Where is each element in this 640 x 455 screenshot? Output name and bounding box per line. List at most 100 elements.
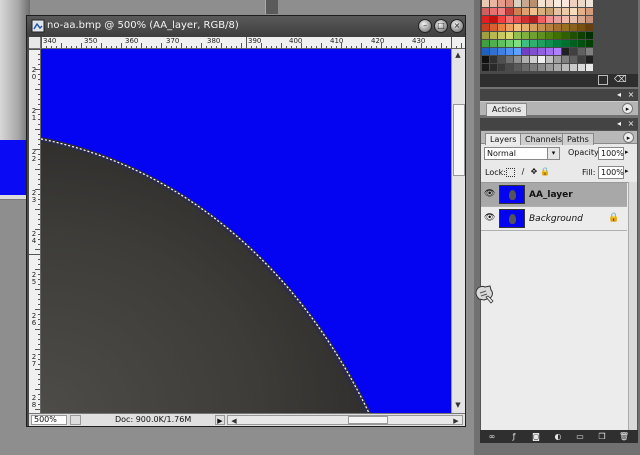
color-swatch[interactable] [538, 0, 545, 7]
color-swatch[interactable] [482, 40, 489, 47]
color-swatch[interactable] [522, 32, 529, 39]
document-window[interactable]: no-aa.bmp @ 500% (AA_layer, RGB/8) – □ ×… [26, 15, 466, 427]
vertical-scrollbar[interactable]: ▲ ▼ [451, 49, 465, 413]
lock-all-icon[interactable]: 🔒 [540, 166, 550, 177]
collapse-icon[interactable]: ◂ [614, 90, 624, 100]
color-swatch[interactable] [522, 0, 529, 7]
color-swatch[interactable] [562, 40, 569, 47]
color-swatch[interactable] [490, 8, 497, 15]
color-swatch[interactable] [586, 32, 593, 39]
color-swatch[interactable] [546, 32, 553, 39]
color-swatch[interactable] [498, 16, 505, 23]
color-swatch[interactable] [490, 40, 497, 47]
color-swatch[interactable] [578, 8, 585, 15]
color-swatch[interactable] [482, 56, 489, 63]
color-swatch[interactable] [522, 24, 529, 31]
color-swatch[interactable] [506, 40, 513, 47]
close-icon[interactable]: × [626, 119, 636, 129]
color-swatch[interactable] [490, 0, 497, 7]
lock-image-pixels-icon[interactable]: ∕ [518, 166, 528, 177]
color-swatch[interactable] [578, 64, 585, 71]
color-swatch[interactable] [562, 24, 569, 31]
color-swatch[interactable] [530, 48, 537, 55]
lock-transparent-pixels-icon[interactable] [506, 168, 515, 177]
vertical-scroll-thumb[interactable] [453, 104, 465, 176]
color-swatch[interactable] [578, 32, 585, 39]
color-swatch[interactable] [522, 64, 529, 71]
tab-paths[interactable]: Paths [562, 133, 594, 145]
color-swatch[interactable] [530, 56, 537, 63]
color-swatch[interactable] [482, 8, 489, 15]
color-swatch[interactable] [490, 48, 497, 55]
color-swatch[interactable] [538, 56, 545, 63]
color-swatch[interactable] [482, 16, 489, 23]
color-swatch[interactable] [530, 0, 537, 7]
close-button[interactable]: × [450, 19, 464, 33]
color-swatch[interactable] [514, 16, 521, 23]
color-swatch[interactable] [570, 40, 577, 47]
color-swatch[interactable] [586, 40, 593, 47]
color-swatch[interactable] [482, 64, 489, 71]
zoom-level-field[interactable]: 500% [31, 415, 67, 425]
color-swatch[interactable] [490, 16, 497, 23]
color-swatch[interactable] [490, 64, 497, 71]
color-swatch[interactable] [538, 48, 545, 55]
color-swatch[interactable] [546, 64, 553, 71]
color-swatch[interactable] [586, 24, 593, 31]
color-swatch[interactable] [578, 40, 585, 47]
color-swatch[interactable] [506, 24, 513, 31]
color-swatch[interactable] [506, 32, 513, 39]
trash-icon[interactable]: ⌫ [614, 75, 627, 85]
color-swatch[interactable] [562, 64, 569, 71]
tab-layers[interactable]: Layers [485, 133, 522, 145]
color-swatch[interactable] [538, 64, 545, 71]
color-swatch[interactable] [562, 8, 569, 15]
swatches-panel[interactable]: ⌫ [480, 0, 638, 87]
color-swatch[interactable] [498, 32, 505, 39]
color-swatch[interactable] [530, 16, 537, 23]
color-swatch[interactable] [522, 48, 529, 55]
color-swatch[interactable] [570, 56, 577, 63]
actions-panel-menu-button[interactable]: ▸ [622, 103, 633, 114]
layer-row-background[interactable]: 👁 Background 🔒 [481, 207, 627, 231]
color-swatch[interactable] [562, 48, 569, 55]
color-swatch[interactable] [570, 32, 577, 39]
color-swatch[interactable] [570, 16, 577, 23]
color-swatch[interactable] [570, 0, 577, 7]
color-swatch[interactable] [578, 56, 585, 63]
color-swatch[interactable] [538, 16, 545, 23]
scroll-right-button[interactable]: ▶ [450, 415, 462, 427]
color-swatch[interactable] [514, 8, 521, 15]
color-swatch[interactable] [570, 48, 577, 55]
color-swatch[interactable] [490, 24, 497, 31]
color-swatch[interactable] [482, 48, 489, 55]
color-swatch[interactable] [538, 40, 545, 47]
opacity-field[interactable]: 100% [598, 147, 624, 160]
fill-field[interactable]: 100% [598, 166, 624, 179]
color-swatch[interactable] [546, 0, 553, 7]
color-swatch[interactable] [530, 8, 537, 15]
new-layer-icon[interactable]: ❐ [596, 432, 608, 441]
color-swatch[interactable] [498, 24, 505, 31]
ruler-origin[interactable] [29, 37, 41, 49]
lock-position-icon[interactable]: ✥ [529, 166, 539, 177]
color-swatch[interactable] [514, 56, 521, 63]
color-swatch[interactable] [546, 24, 553, 31]
color-swatch[interactable] [554, 64, 561, 71]
color-swatch[interactable] [538, 8, 545, 15]
color-swatch[interactable] [506, 8, 513, 15]
color-swatch[interactable] [538, 32, 545, 39]
horizontal-ruler[interactable]: 340 350 360 370 380 390 400 410 420 430 [41, 37, 465, 49]
color-swatch[interactable] [514, 24, 521, 31]
link-layers-icon[interactable]: ∞ [486, 432, 498, 441]
color-swatch[interactable] [530, 64, 537, 71]
status-menu-arrow[interactable]: ▶ [215, 415, 225, 425]
color-swatch[interactable] [578, 48, 585, 55]
minimize-button[interactable]: – [418, 19, 432, 33]
color-swatch[interactable] [554, 16, 561, 23]
color-swatch[interactable] [506, 48, 513, 55]
color-swatch[interactable] [498, 8, 505, 15]
fill-slider-arrow[interactable]: ▸ [625, 167, 629, 175]
color-swatch[interactable] [506, 56, 513, 63]
color-swatch[interactable] [554, 56, 561, 63]
